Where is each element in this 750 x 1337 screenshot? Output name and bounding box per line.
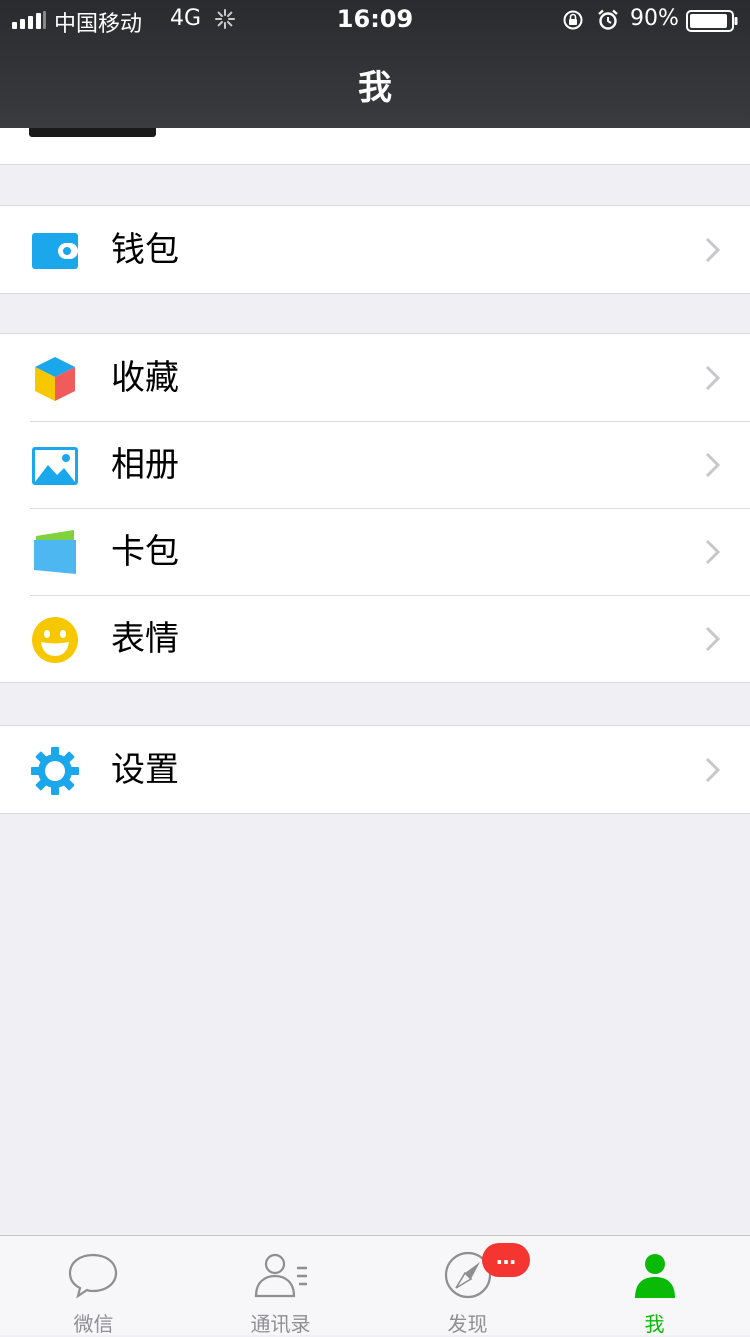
chevron-right-icon <box>705 237 721 263</box>
page-title: 我 <box>358 68 392 108</box>
tab-discover[interactable]: 发现 <box>374 1236 561 1336</box>
menu-item-settings[interactable]: 设置 <box>0 726 750 813</box>
menu-label-cards: 卡包 <box>111 532 179 572</box>
menu-label-favorites: 收藏 <box>111 358 179 398</box>
menu-label-wallet: 钱包 <box>111 230 179 270</box>
menu-item-wallet[interactable]: 钱包 <box>0 206 750 293</box>
smiley-icon <box>32 617 78 663</box>
gear-icon <box>31 747 79 795</box>
wallet-group: 钱包 <box>0 205 750 294</box>
chat-bubble-icon <box>68 1253 118 1299</box>
menu-label-stickers: 表情 <box>111 619 179 659</box>
tab-bar: 微信 通讯录 发现 我 <box>0 1235 750 1336</box>
tab-label-chats: 微信 <box>73 1312 114 1336</box>
tab-chats[interactable]: 微信 <box>0 1236 187 1336</box>
menu-item-cards[interactable]: 卡包 <box>0 508 750 595</box>
alarm-icon <box>598 9 618 30</box>
rotation-lock-icon <box>563 10 583 30</box>
tools-group: 收藏 相册 卡包 表情 <box>0 333 750 683</box>
discover-notification-badge: … <box>482 1243 530 1277</box>
chevron-right-icon <box>705 365 721 391</box>
chevron-right-icon <box>705 539 721 565</box>
battery-icon <box>686 10 738 32</box>
avatar[interactable] <box>29 128 156 137</box>
menu-label-album: 相册 <box>111 445 179 485</box>
battery-percentage: 90% <box>630 6 679 31</box>
top-bar: 中国移动 4G 16:09 90% 我 <box>0 0 750 128</box>
menu-item-favorites[interactable]: 收藏 <box>0 334 750 421</box>
menu-label-settings: 设置 <box>111 750 179 790</box>
tab-label-discover: 发现 <box>447 1312 488 1336</box>
chevron-right-icon <box>705 757 721 783</box>
me-icon <box>635 1254 675 1298</box>
status-bar: 中国移动 4G 16:09 90% <box>0 0 750 40</box>
tab-label-me: 我 <box>644 1312 665 1336</box>
chevron-right-icon <box>705 626 721 652</box>
tab-me[interactable]: 我 <box>561 1236 748 1336</box>
profile-card[interactable] <box>0 128 750 165</box>
favorites-cube-icon <box>35 357 75 401</box>
tab-contacts[interactable]: 通讯录 <box>187 1236 374 1336</box>
menu-item-stickers[interactable]: 表情 <box>0 595 750 682</box>
card-wallet-icon <box>34 530 76 574</box>
wallet-icon <box>32 233 78 269</box>
chevron-right-icon <box>705 452 721 478</box>
tab-label-contacts: 通讯录 <box>250 1312 311 1336</box>
settings-group: 设置 <box>0 725 750 814</box>
contacts-icon <box>254 1253 307 1298</box>
menu-item-album[interactable]: 相册 <box>0 421 750 508</box>
album-icon <box>32 447 78 485</box>
